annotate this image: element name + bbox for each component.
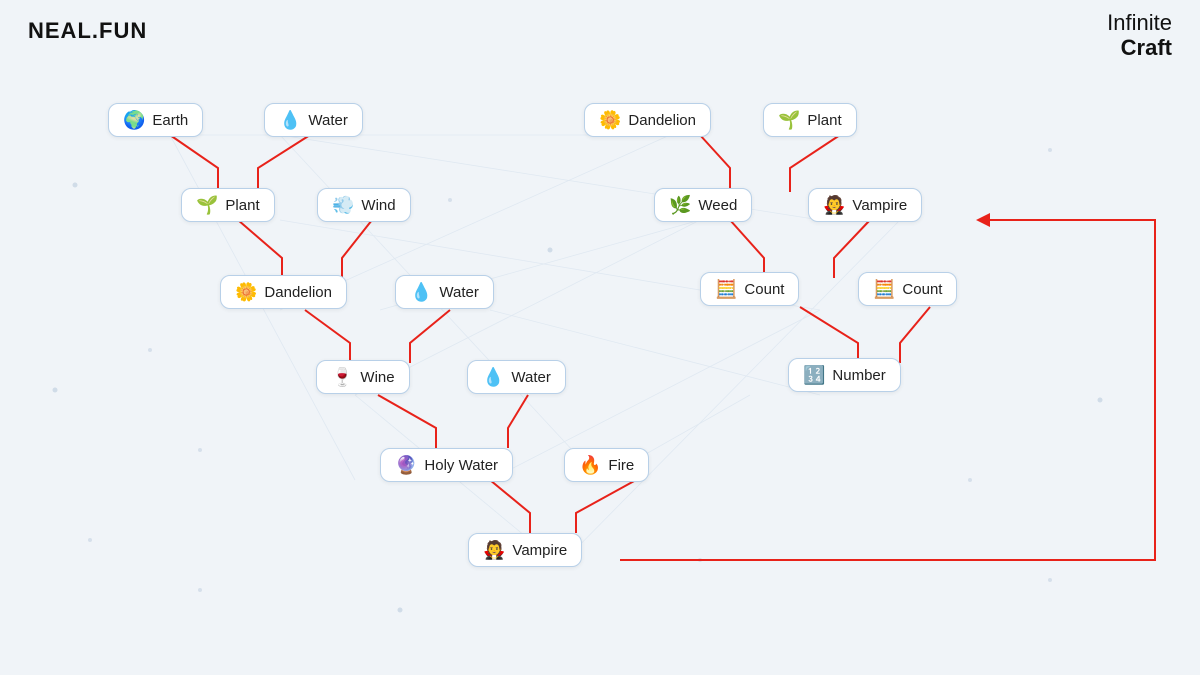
logo-neal: NEAL.FUN [28, 18, 147, 44]
node-dandelion1[interactable]: 🌼 Dandelion [220, 275, 347, 309]
fire-icon: 🔥 [579, 456, 601, 474]
dandelion-icon: 🌼 [235, 283, 257, 301]
node-vampire2[interactable]: 🧛 Vampire [468, 533, 582, 567]
vampire1-icon: 🧛 [823, 196, 845, 214]
node-wine[interactable]: 🍷 Wine [316, 360, 410, 394]
count1-icon: 🧮 [715, 280, 737, 298]
water2-icon: 💧 [410, 283, 432, 301]
node-plant1[interactable]: 🌱 Plant [181, 188, 275, 222]
node-water3[interactable]: 💧 Water [467, 360, 566, 394]
dandelion2-icon: 🌼 [599, 111, 621, 129]
count2-icon: 🧮 [873, 280, 895, 298]
node-holywater[interactable]: 🔮 Holy Water [380, 448, 513, 482]
plant-icon: 🌱 [196, 196, 218, 214]
holywater-icon: 🔮 [395, 456, 417, 474]
node-earth[interactable]: 🌍 Earth [108, 103, 203, 137]
weed-icon: 🌿 [669, 196, 691, 214]
node-wind[interactable]: 💨 Wind [317, 188, 411, 222]
node-vampire1[interactable]: 🧛 Vampire [808, 188, 922, 222]
plant2-icon: 🌱 [778, 111, 800, 129]
number-icon: 🔢 [803, 366, 825, 384]
node-count2[interactable]: 🧮 Count [858, 272, 957, 306]
water-icon: 💧 [279, 111, 301, 129]
node-water1[interactable]: 💧 Water [264, 103, 363, 137]
node-water2[interactable]: 💧 Water [395, 275, 494, 309]
node-count1[interactable]: 🧮 Count [700, 272, 799, 306]
node-plant2[interactable]: 🌱 Plant [763, 103, 857, 137]
vampire2-icon: 🧛 [483, 541, 505, 559]
logo-infinite: Infinite Craft [1107, 10, 1172, 61]
node-weed[interactable]: 🌿 Weed [654, 188, 752, 222]
node-dandelion2[interactable]: 🌼 Dandelion [584, 103, 711, 137]
wine-icon: 🍷 [331, 368, 353, 386]
wind-icon: 💨 [332, 196, 354, 214]
water3-icon: 💧 [482, 368, 504, 386]
earth-icon: 🌍 [123, 111, 145, 129]
node-number[interactable]: 🔢 Number [788, 358, 901, 392]
node-fire[interactable]: 🔥 Fire [564, 448, 649, 482]
